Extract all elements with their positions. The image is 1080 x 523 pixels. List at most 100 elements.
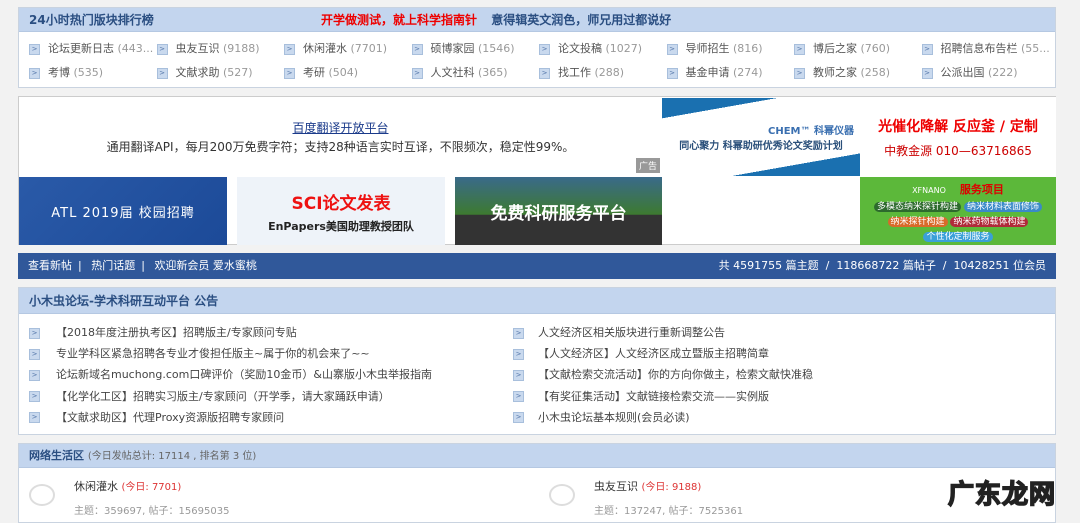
announcement-text: 论坛新域名muchong.com口碑评价（奖励10金币）&山寨版小木虫举报指南 <box>56 368 432 382</box>
arrow-icon: > <box>794 43 805 55</box>
forum-count: (504) <box>328 66 359 79</box>
ranking-item[interactable]: > 考博 (535) <box>29 64 156 80</box>
announcement-item[interactable]: > 人文经济区相关版块进行重新调整公告 <box>513 324 725 340</box>
ranking-item[interactable]: > 招聘信息布告栏 (55... <box>921 40 1049 56</box>
arrow-icon: > <box>29 412 40 424</box>
ranking-item[interactable]: > 休闲灌水 (7701) <box>284 40 411 56</box>
arrow-icon: > <box>921 43 933 55</box>
forum-name: 人文社科 <box>430 66 475 79</box>
forum-name: 考博 <box>48 66 70 79</box>
atl-ad[interactable]: ATL 2019届 校园招聘 <box>19 177 227 245</box>
reactor-ad[interactable]: 光催化降解 反应釜 / 定制 中教金源 010—63716865 <box>860 97 1056 177</box>
forum-name: 论坛更新日志 <box>48 42 114 55</box>
forum-nav-bar: 查看新帖 | 热门话题 | 欢迎新会员 爱水蜜桃 共 4591755 篇主题 / 1… <box>18 253 1056 279</box>
announcement-item[interactable]: > 【有奖征集活动】文献链接检索交流——实例版 <box>513 388 769 404</box>
life-zone-box: 网络生活区 (今日发帖总计: 17114 , 排名第 3 位) 休闲灌水 (今日… <box>18 443 1056 523</box>
new-posts-link[interactable]: 查看新帖 <box>28 259 72 272</box>
announcement-item[interactable]: > 【2018年度注册执考区】招聘版主/专家顾问专贴 <box>29 324 297 340</box>
forum-count: (55... <box>1021 42 1049 55</box>
arrow-icon: > <box>539 67 550 79</box>
ranking-item[interactable]: > 虫友互识 (9188) <box>156 40 284 56</box>
announcement-item[interactable]: > 【文献检索交流活动】你的方向你做主，检索文献快准稳 <box>513 366 813 382</box>
ranking-item[interactable]: > 导师招生 (816) <box>666 40 794 56</box>
announcement-text: 人文经济区相关版块进行重新调整公告 <box>538 326 725 339</box>
ranking-title: 24小时热门版块排行榜 <box>29 13 154 27</box>
nano-item: 个性化定制服务 <box>923 231 993 242</box>
text-ad-title[interactable]: 百度翻译开放平台 <box>292 119 388 136</box>
life-zone-title[interactable]: 网络生活区 <box>29 449 84 462</box>
arrow-icon: > <box>284 67 295 79</box>
nano-ad[interactable]: XFNANO 服务项目 多模态纳米探针构建 纳米材料表面修饰 纳米探针构建 纳米药… <box>860 177 1056 245</box>
arrow-icon: > <box>411 43 423 55</box>
promo-link-red[interactable]: 开学做测试，就上科学指南针 <box>321 13 477 27</box>
ranking-item[interactable]: > 文献求助 (527) <box>156 64 284 80</box>
announcement-item[interactable]: > 论坛新域名muchong.com口碑评价（奖励10金币）&山寨版小木虫举报指南 <box>29 366 432 382</box>
hot-topics-link[interactable]: 热门话题 <box>91 259 135 272</box>
announcement-item[interactable]: > 专业学科区紧急招聘各专业才俊担任版主~属于你的机会来了~~ <box>29 345 370 361</box>
chat-bubble-icon <box>29 484 55 506</box>
ranking-item[interactable]: > 硕博家园 (1546) <box>411 40 539 56</box>
chat-bubble-icon <box>549 484 575 506</box>
announcement-item[interactable]: > 【人文经济区】人文经济区成立暨版主招聘简章 <box>513 345 769 361</box>
reactor-line1: 光催化降解 反应釜 / 定制 <box>878 118 1038 135</box>
text-ad[interactable]: 百度翻译开放平台 通用翻译API，每月200万免费字符；支持28种语言实时互译，… <box>19 97 662 177</box>
forum-count: (9188) <box>223 42 260 55</box>
chem-brand: CHEM™ 科幂仪器 <box>768 126 854 137</box>
ranking-item[interactable]: > 论坛更新日志 (443... <box>29 40 156 56</box>
arrow-icon: > <box>666 67 678 79</box>
forum-count: (274) <box>733 66 763 79</box>
arrow-icon: > <box>921 67 933 79</box>
forum-count: (760) <box>860 42 891 55</box>
ranking-header: 24小时热门版块排行榜 开学做测试，就上科学指南针 意得辑英文润色，师兄用过都说… <box>19 8 1055 32</box>
ranking-item[interactable]: > 基金申请 (274) <box>666 64 794 80</box>
arrow-icon: > <box>666 43 678 55</box>
ranking-item[interactable]: > 考研 (504) <box>284 64 411 80</box>
ranking-item[interactable]: > 教师之家 (258) <box>794 64 921 80</box>
ranking-item[interactable]: > 找工作 (288) <box>539 64 666 80</box>
ranking-item[interactable]: > 人文社科 (365) <box>411 64 539 80</box>
sci-ad[interactable]: SCI论文发表 EnPapers美国助理教授团队 <box>237 177 445 245</box>
atl-text: ATL 2019届 校园招聘 <box>51 205 195 221</box>
life-zone-header: 网络生活区 (今日发帖总计: 17114 , 排名第 3 位) <box>19 444 1055 468</box>
free-research-ad[interactable]: 免费科研服务平台 <box>455 177 662 245</box>
forum-count: (1027) <box>605 42 643 55</box>
promo-link-blue[interactable]: 意得辑英文润色，师兄用过都说好 <box>491 13 671 27</box>
forum-name: 基金申请 <box>685 66 730 79</box>
forum-name: 博后之家 <box>813 42 857 55</box>
arrow-icon: > <box>156 43 168 55</box>
reactor-line2: 中教金源 010—63716865 <box>884 143 1032 158</box>
arrow-icon: > <box>513 391 524 403</box>
announcement-item[interactable]: > 【化学化工区】招聘实习版主/专家顾问（开学季，请大家踊跃申请） <box>29 388 390 404</box>
nano-item: 多模态纳米探针构建 <box>874 201 962 212</box>
forum-name: 找工作 <box>558 66 591 79</box>
announcement-item[interactable]: > 小木虫论坛基本规则(会员必读) <box>513 409 690 425</box>
forum-count: (288) <box>594 66 625 79</box>
announcement-header: 小木虫论坛-学术科研互动平台 公告 <box>19 288 1055 314</box>
announcement-text: 【文献求助区】代理Proxy资源版招聘专家顾问 <box>56 410 285 424</box>
arrow-icon: > <box>29 43 40 55</box>
announcement-item[interactable]: > 【文献求助区】代理Proxy资源版招聘专家顾问 <box>29 409 284 425</box>
ranking-item[interactable]: > 博后之家 (760) <box>794 40 921 56</box>
sci-sub: EnPapers美国助理教授团队 <box>268 219 414 233</box>
chem-ad[interactable]: CHEM™ 科幂仪器 同心聚力 科幂助研优秀论文奖励计划 <box>662 98 860 176</box>
forum-link[interactable]: 虫友互识 <box>594 480 638 493</box>
forum-count: (222) <box>988 66 1018 79</box>
ranking-item[interactable]: > 公派出国 (222) <box>921 64 1049 80</box>
forum-name: 休闲灌水 <box>303 42 347 55</box>
text-ad-desc: 通用翻译API，每月200万免费字符；支持28种语言实时互译，不限频次，稳定性9… <box>106 140 575 154</box>
arrow-icon: > <box>29 391 40 403</box>
arrow-icon: > <box>411 67 423 79</box>
forum-name: 导师招生 <box>685 42 730 55</box>
welcome-new-member[interactable]: 欢迎新会员 爱水蜜桃 <box>154 259 257 272</box>
arrow-icon: > <box>156 67 168 79</box>
forum-link[interactable]: 休闲灌水 <box>74 480 118 493</box>
forum-entry: 休闲灌水 (今日: 7701) 主题：359697, 帖子：15695035 <box>29 478 229 517</box>
ranking-item[interactable]: > 论文投稿 (1027) <box>539 40 666 56</box>
announcement-text: 【有奖征集活动】文献链接检索交流——实例版 <box>538 389 769 403</box>
arrow-icon: > <box>513 327 524 339</box>
forum-name: 考研 <box>303 66 325 79</box>
ad-label: 广告 <box>635 158 660 173</box>
watermark: 广东龙网 <box>947 479 1057 511</box>
forum-count: (1546) <box>478 42 515 55</box>
forum-stats: 共 4591755 篇主题 / 118668722 篇帖子 / 10428251… <box>718 259 1046 272</box>
